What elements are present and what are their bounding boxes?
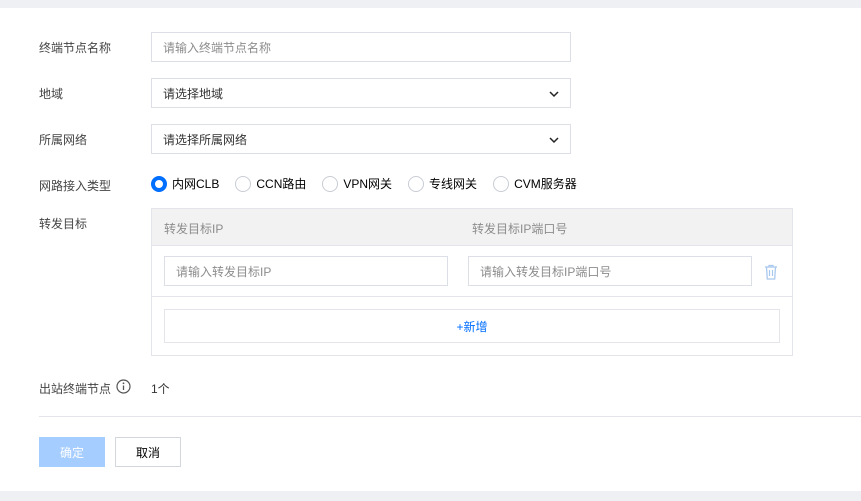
cancel-button[interactable]: 取消 <box>115 437 181 467</box>
forward-port-input[interactable]: 请输入转发目标IP端口号 <box>468 256 752 286</box>
name-placeholder: 请输入终端节点名称 <box>163 40 272 55</box>
chevron-down-icon <box>549 137 559 144</box>
trash-icon[interactable] <box>764 264 778 280</box>
radio-label: 内网CLB <box>172 177 220 191</box>
radio-ccn[interactable]: CCN路由 <box>235 175 306 192</box>
radio-cvm[interactable]: CVM服务器 <box>493 175 577 192</box>
add-row-button[interactable]: +新增 <box>164 309 780 343</box>
table-header: 转发目标IP 转发目标IP端口号 <box>152 209 792 246</box>
radio-dot <box>151 175 167 192</box>
radio-dot <box>322 175 339 192</box>
region-label: 地域 <box>39 87 64 101</box>
forward-target-label: 转发目标 <box>39 217 88 231</box>
radio-label: CCN路由 <box>256 177 307 191</box>
access-type-label: 网路接入类型 <box>39 179 112 193</box>
radio-label: VPN网关 <box>343 177 393 191</box>
outbound-label: 出站终端节点 <box>39 382 112 396</box>
radio-dot <box>235 175 252 192</box>
access-type-radio-group: 内网CLB CCN路由 VPN网关 专线网关 CVM服务器 <box>151 175 593 192</box>
name-input[interactable]: 请输入终端节点名称 <box>151 32 571 62</box>
chevron-down-icon <box>549 91 559 98</box>
name-label: 终端节点名称 <box>39 41 112 55</box>
divider <box>39 416 861 417</box>
radio-dc[interactable]: 专线网关 <box>408 175 477 192</box>
network-select[interactable]: 请选择所属网络 <box>151 124 571 154</box>
region-select-value: 请选择地域 <box>163 86 224 101</box>
radio-clb[interactable]: 内网CLB <box>151 175 219 192</box>
info-icon[interactable] <box>116 379 131 394</box>
radio-vpn[interactable]: VPN网关 <box>322 175 392 192</box>
radio-dot <box>493 175 510 192</box>
radio-dot <box>408 175 425 192</box>
network-label: 所属网络 <box>39 133 88 147</box>
forward-ip-placeholder: 请输入转发目标IP <box>176 264 272 279</box>
radio-label: 专线网关 <box>429 177 478 191</box>
column-header-ip: 转发目标IP <box>164 222 224 236</box>
forward-target-table: 转发目标IP 转发目标IP端口号 请输入转发目标IP 请输入转发目标IP端口号 … <box>151 208 793 356</box>
forward-ip-input[interactable]: 请输入转发目标IP <box>164 256 448 286</box>
table-row: 请输入转发目标IP 请输入转发目标IP端口号 <box>152 246 792 297</box>
radio-label: CVM服务器 <box>514 177 577 191</box>
outbound-value: 1个 <box>151 382 170 396</box>
region-select[interactable]: 请选择地域 <box>151 78 571 108</box>
column-header-port: 转发目标IP端口号 <box>472 222 568 236</box>
confirm-button[interactable]: 确定 <box>39 437 105 467</box>
forward-port-placeholder: 请输入转发目标IP端口号 <box>480 264 612 279</box>
network-select-value: 请选择所属网络 <box>163 132 248 147</box>
